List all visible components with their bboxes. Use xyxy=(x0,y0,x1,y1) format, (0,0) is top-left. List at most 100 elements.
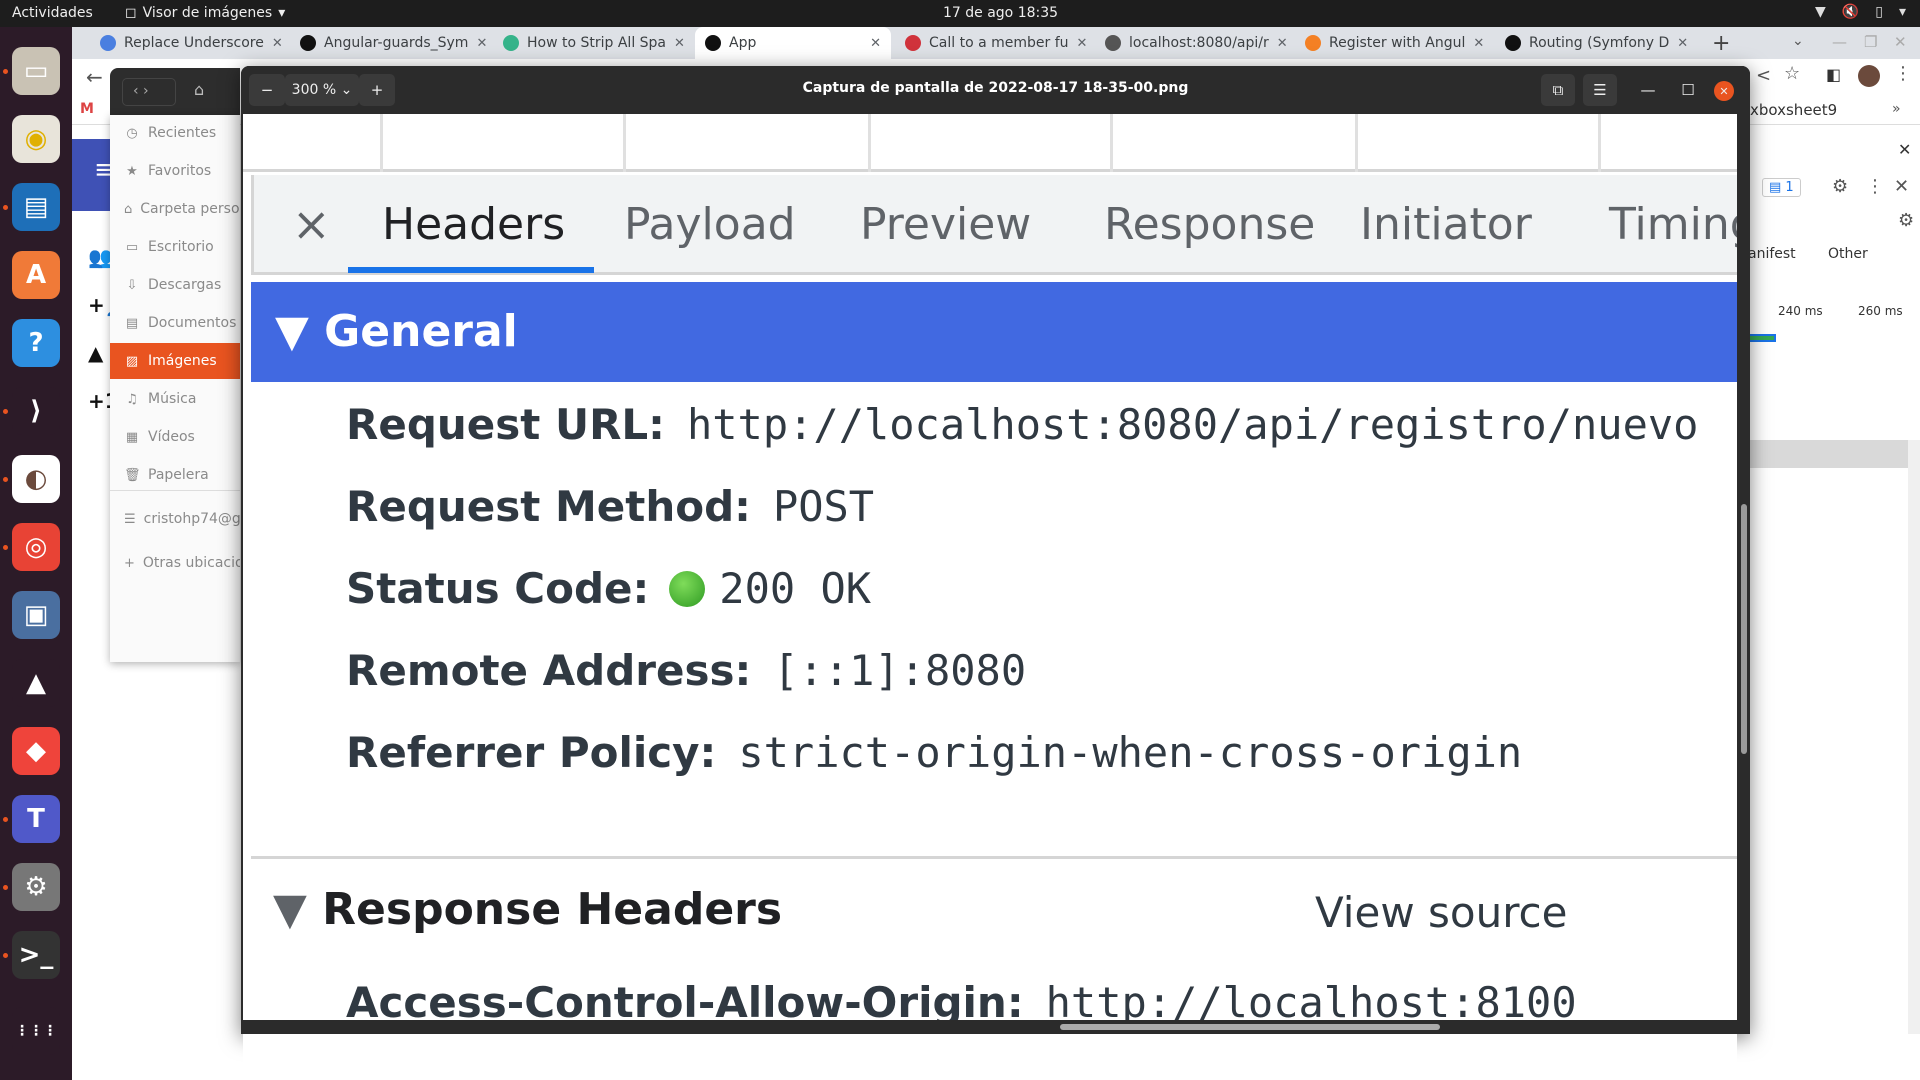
back-arrow-icon[interactable]: ← xyxy=(86,65,103,89)
home-icon[interactable]: ⌂ xyxy=(194,80,204,99)
menu-button[interactable]: ☰ xyxy=(1583,74,1617,106)
software-app[interactable]: A xyxy=(12,251,60,299)
browser-tab[interactable]: Replace Underscore ✕ xyxy=(90,27,286,59)
minimize-button[interactable]: — xyxy=(1635,74,1661,106)
scrollbar-thumb[interactable] xyxy=(1060,1024,1440,1030)
media-icon: ▣ xyxy=(23,600,49,630)
nav-back-forward[interactable]: ‹ › xyxy=(122,78,176,106)
sidebar-item-m-sica[interactable]: ♫ Música xyxy=(110,381,240,417)
filter-manifest[interactable]: anifest xyxy=(1748,246,1796,262)
browser-tab[interactable]: How to Strip All Spa ✕ xyxy=(493,27,689,59)
browser-tab[interactable]: Routing (Symfony D ✕ xyxy=(1495,27,1691,59)
tab-close-icon[interactable]: ✕ xyxy=(1677,36,1688,51)
column-divider xyxy=(623,114,626,172)
shapes-icon[interactable]: ▲ xyxy=(88,341,103,365)
settings-app[interactable]: ⚙ xyxy=(12,863,60,911)
share-icon[interactable]: < xyxy=(1756,65,1771,86)
restore-icon[interactable]: ❐ xyxy=(1864,33,1877,51)
clock[interactable]: 17 de ago 18:35 xyxy=(943,5,1058,21)
browser-tab[interactable]: App ✕ xyxy=(695,27,891,59)
sidebar-item-im-genes[interactable]: ▨ Imágenes xyxy=(110,343,240,379)
browser-tab[interactable]: Call to a member fu ✕ xyxy=(895,27,1091,59)
files-header: ‹ › ⌂ xyxy=(110,68,240,116)
devtools-menu-icon[interactable]: ⋮ xyxy=(1866,176,1884,197)
filter-other[interactable]: Other xyxy=(1828,246,1868,262)
dbeaver-app[interactable]: ◐ xyxy=(12,455,60,503)
anydesk-app[interactable]: ◆ xyxy=(12,727,60,775)
sidebar-item-descargas[interactable]: ⇩ Descargas xyxy=(110,267,240,303)
window-title: Captura de pantalla de 2022-08-17 18-35-… xyxy=(802,80,1189,96)
horizontal-scrollbar[interactable] xyxy=(241,1020,1739,1034)
gmail-icon[interactable]: M xyxy=(80,101,94,117)
activities-button[interactable]: Actividades xyxy=(12,5,93,21)
vertical-scrollbar[interactable] xyxy=(1739,114,1750,1034)
chrome-app[interactable]: ◎ xyxy=(12,523,60,571)
browser-tab[interactable]: Angular-guards_Sym ✕ xyxy=(290,27,486,59)
network-settings-icon[interactable]: ⚙ xyxy=(1898,210,1914,231)
download-icon: ⇩ xyxy=(126,277,138,293)
bookmarks-overflow-button[interactable]: » xyxy=(1892,101,1901,117)
rhythmbox-app[interactable]: ◉ xyxy=(12,115,60,163)
minimize-icon[interactable]: — xyxy=(1832,33,1847,51)
profile-avatar[interactable] xyxy=(1858,65,1880,87)
browser-tab[interactable]: Register with Angul ✕ xyxy=(1295,27,1491,59)
tab-close-icon[interactable]: ✕ xyxy=(870,36,881,51)
tab-close-icon[interactable]: ✕ xyxy=(1473,36,1484,51)
close-icon[interactable]: ✕ xyxy=(1894,33,1907,51)
system-tray[interactable]: ▼ 🔇 ▯ ▾ xyxy=(1815,4,1906,20)
selected-request-row[interactable] xyxy=(1748,440,1908,468)
scrollbar-thumb[interactable] xyxy=(1741,504,1747,754)
teams-app[interactable]: T xyxy=(12,795,60,843)
browser-tab[interactable]: localhost:8080/api/r ✕ xyxy=(1095,27,1291,59)
bookmark-item[interactable]: xboxsheet9 xyxy=(1750,101,1837,119)
sidebar-item-favoritos[interactable]: ★ Favoritos xyxy=(110,153,240,189)
tab-label: Replace Underscore xyxy=(124,35,264,51)
tab-close-icon[interactable]: ✕ xyxy=(674,36,685,51)
scrollbar[interactable] xyxy=(1908,440,1920,1080)
sidebar-item-v-deos[interactable]: ▦ Vídeos xyxy=(110,419,240,455)
vscode-app[interactable]: ⟩ xyxy=(12,387,60,435)
help-icon: ? xyxy=(28,328,44,358)
sidebar-item-papelera[interactable]: 🗑 Papelera xyxy=(110,457,240,493)
help-app[interactable]: ? xyxy=(12,319,60,367)
close-devtools-icon[interactable]: ✕ xyxy=(1894,176,1909,197)
rhythmbox-icon: ◉ xyxy=(24,124,48,154)
media-app[interactable]: ▣ xyxy=(12,591,60,639)
sidebar-item-carpeta-personal[interactable]: ⌂ Carpeta personal xyxy=(110,191,240,227)
terminal-app[interactable]: >_ xyxy=(12,931,60,979)
fullscreen-button[interactable]: ⧉ xyxy=(1541,74,1575,106)
tab-close-icon[interactable]: ✕ xyxy=(476,36,486,51)
maximize-button[interactable]: ☐ xyxy=(1675,74,1701,106)
kebab-menu-icon[interactable]: ⋮ xyxy=(1894,63,1912,84)
tab-close-icon[interactable]: ✕ xyxy=(272,36,283,51)
libreoffice-impress-app[interactable]: ▤ xyxy=(12,183,60,231)
settings-icon[interactable]: ⚙ xyxy=(1832,176,1848,197)
favicon-icon xyxy=(905,35,921,51)
vlc-icon: ▲ xyxy=(26,668,46,698)
sidebar-item-recientes[interactable]: ◷ Recientes xyxy=(110,115,240,151)
sidebar-item-cristohp74-gmail-com[interactable]: ☰ cristohp74@gmail.com xyxy=(110,501,240,537)
new-tab-button[interactable]: + xyxy=(1712,31,1730,56)
sidebar-item-otras-ubicaciones[interactable]: + Otras ubicaciones xyxy=(110,545,240,581)
close-button[interactable]: ✕ xyxy=(1714,81,1734,101)
image-canvas[interactable]: × Headers Payload Preview Response Initi… xyxy=(243,114,1737,1080)
favicon-icon xyxy=(1505,35,1521,51)
sidebar-item-escritorio[interactable]: ▭ Escritorio xyxy=(110,229,240,265)
tab-close-icon[interactable]: ✕ xyxy=(1077,36,1088,51)
vlc-app[interactable]: ▲ xyxy=(12,659,60,707)
issues-badge[interactable]: ▤ 1 xyxy=(1762,178,1801,197)
image-response-headers-title: ▼ Response Headers xyxy=(273,884,782,935)
tab-search-icon[interactable]: ⌄ xyxy=(1792,33,1804,49)
side-panel-icon[interactable]: ◧ xyxy=(1826,65,1841,84)
tab-close-icon[interactable]: ✕ xyxy=(1277,36,1288,51)
viewer-headerbar: − 300 % ⌄ + Captura de pantalla de 2022-… xyxy=(241,66,1750,114)
libreoffice-impress-icon: ▤ xyxy=(23,192,49,222)
app-menu[interactable]: ◻ Visor de imágenes ▾ xyxy=(125,5,285,21)
dock: ▭ ◉ ▤ A? ⟩ ◐ ◎ ▣ ▲ ◆ T ⚙ >_ ⋮⋮⋮ xyxy=(0,27,72,1080)
show-apps[interactable]: ⋮⋮⋮ xyxy=(12,1007,60,1055)
files-app[interactable]: ▭ xyxy=(12,47,60,95)
bookmark-star-icon[interactable]: ☆ xyxy=(1784,63,1800,84)
close-drawer-icon[interactable]: ✕ xyxy=(1898,140,1911,159)
header-value: http://localhost:8080/api/registro/nuevo xyxy=(686,400,1699,449)
sidebar-item-documentos[interactable]: ▤ Documentos xyxy=(110,305,240,341)
